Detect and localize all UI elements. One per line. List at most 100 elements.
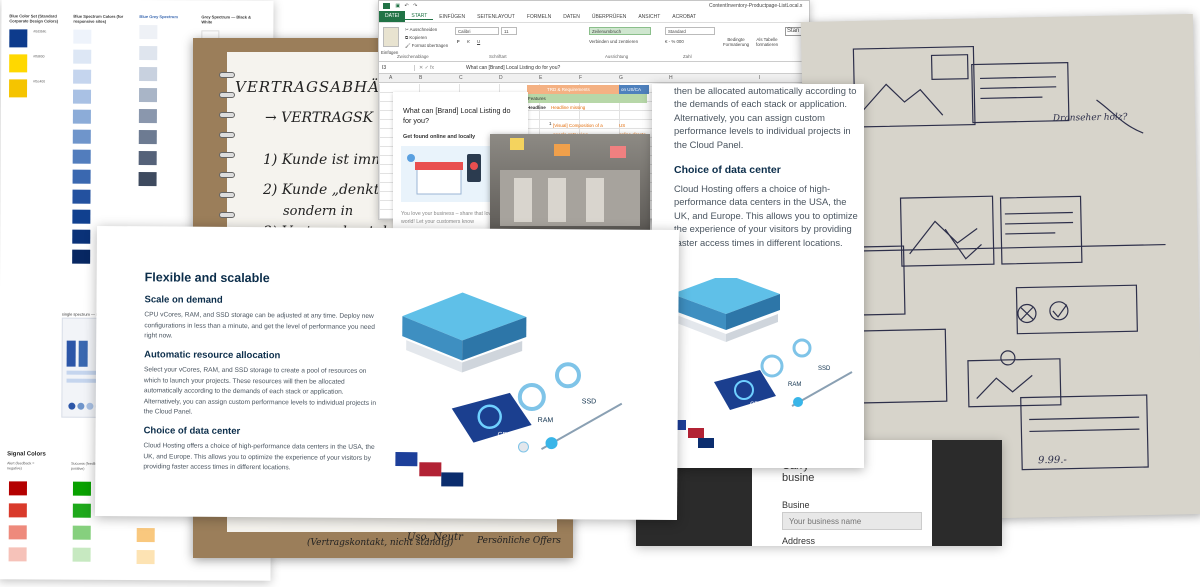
format-as-table-button[interactable]: Als Tabelle formatieren	[753, 37, 781, 47]
underline-button[interactable]: U	[477, 39, 480, 44]
signal-color-swatch	[72, 525, 91, 540]
column-header[interactable]: A	[389, 75, 392, 81]
data-center-paragraph: Cloud Hosting offers a choice of high-pe…	[674, 183, 858, 248]
section-body: Cloud Hosting offers a choice of high-pe…	[143, 442, 375, 472]
format-painter-button[interactable]: 🖌 Format übertragen	[405, 42, 448, 50]
blue-grey-spectrum-column: Blue Grey Spectrum	[138, 14, 200, 193]
column-header[interactable]: H	[669, 75, 673, 81]
conditional-format-button[interactable]: Bedingte Formatierung	[723, 37, 749, 47]
alert-label: Alert (feedback = negative)	[7, 461, 35, 470]
color-swatch	[72, 109, 91, 124]
ribbon-group-label: Zwischenablage	[397, 54, 429, 59]
ribbon-tab[interactable]: ÜBERPRÜFEN	[586, 14, 632, 20]
cell[interactable]: Features	[527, 94, 647, 103]
undo-icon[interactable]: ↶	[405, 3, 409, 9]
page-title: Flexible and scalable	[144, 270, 270, 286]
cell[interactable]: Headline	[527, 103, 546, 112]
blue-color-set-title: Blue Color Set (Standard Corporate Desig…	[9, 13, 59, 24]
save-icon[interactable]: ▣	[395, 3, 400, 9]
slider-handle[interactable]	[793, 397, 803, 407]
column-header[interactable]: G	[619, 75, 623, 81]
italic-button[interactable]: K	[467, 39, 470, 44]
color-swatch	[72, 129, 91, 144]
business-name-input[interactable]	[782, 512, 922, 530]
ribbon-tabs: DATEI START EINFÜGEN SEITENLAYOUT FORMELN DAT…	[379, 11, 809, 22]
wrap-text-button[interactable]: Zeilenumbruch	[589, 27, 651, 35]
signal-color-swatch	[8, 481, 27, 496]
spectrum-preview-title: single spectrum — 8	[61, 311, 99, 317]
color-swatch	[139, 25, 158, 40]
cell[interactable]: TRD & Requirements	[527, 85, 619, 94]
ribbon-tab[interactable]: EINFÜGEN	[433, 14, 471, 20]
copy-button[interactable]: ⧉ Kopieren	[405, 34, 448, 42]
color-swatch	[72, 89, 92, 104]
cell[interactable]: US	[619, 121, 625, 130]
color-swatch	[72, 249, 91, 264]
color-swatch	[138, 88, 158, 103]
handwriting-line: sondern in	[283, 204, 354, 219]
section-heading: Choice of data center	[143, 425, 241, 437]
excel-titlebar: ▣ ↶ ↷ ContentInventory-Productpage-ListL…	[379, 1, 809, 11]
color-swatch	[72, 229, 91, 244]
store-illustration	[401, 146, 491, 202]
color-swatch: #f5c400	[9, 79, 45, 98]
signal-color-swatch	[8, 525, 27, 540]
signal-color-swatch	[136, 550, 155, 565]
section-body: Select your vCores, RAM, and SSD storage…	[143, 366, 377, 416]
color-swatch	[73, 49, 92, 64]
formula-bar: I3 ✕ ✓ fx What can [Brand] Local Listing…	[379, 62, 809, 74]
ribbon-tab[interactable]: SEITENLAYOUT	[471, 14, 521, 20]
redo-icon[interactable]: ↷	[413, 3, 417, 9]
name-box[interactable]: I3	[379, 64, 415, 71]
formula-input[interactable]: What can [Brand] Local Listing do for yo…	[438, 65, 560, 71]
color-swatch: #0d3b8c	[9, 29, 46, 48]
color-swatch	[138, 109, 157, 124]
cell[interactable]: 1	[549, 121, 552, 126]
ram-label: RAM	[788, 382, 801, 388]
bold-button[interactable]: F	[457, 39, 460, 44]
cloud-hosting-text-panel: then be allocated automatically accordin…	[652, 84, 864, 468]
signal-color-swatch	[8, 547, 27, 562]
color-swatch	[72, 149, 91, 164]
ribbon-tab[interactable]: ANSICHT	[632, 14, 666, 20]
font-name-select[interactable]: Calibri	[455, 27, 499, 35]
ribbon-tab[interactable]: ACROBAT	[666, 14, 702, 20]
color-swatch: #ffd800	[9, 54, 44, 73]
fx-icon[interactable]: ✕ ✓ fx	[415, 65, 438, 71]
color-swatch	[138, 172, 157, 187]
ribbon-tab[interactable]: DATEN	[557, 14, 586, 20]
column-header[interactable]: F	[579, 75, 582, 81]
column-header[interactable]: D	[499, 75, 503, 81]
font-size-select[interactable]: 11	[501, 27, 517, 35]
business-name-label: Busine	[782, 500, 810, 510]
cell[interactable]: Headline missing	[551, 103, 585, 112]
column-header[interactable]: B	[419, 75, 422, 81]
ribbon-tab[interactable]: DATEI	[379, 11, 406, 22]
ssd-label: SSD	[582, 398, 596, 405]
ribbon-tab[interactable]: START	[405, 13, 434, 20]
slider-handle[interactable]	[545, 437, 558, 450]
ribbon-tab[interactable]: FORMELN	[521, 14, 557, 20]
number-format-select[interactable]: Standard	[665, 27, 715, 35]
cell[interactable]: on US/CA	[619, 85, 649, 94]
ribbon-group-label: Schriftart	[489, 54, 507, 59]
merge-center-button[interactable]: Verbinden und zentrieren	[589, 39, 638, 44]
grey-spectrum-title: Grey Spectrum — Black & White	[201, 14, 252, 25]
column-header[interactable]: I	[759, 75, 760, 81]
blue-spectrum-title: Blue Spectrum Colors (for responsive sit…	[73, 13, 124, 24]
signal-color-swatch	[72, 503, 91, 518]
ssd-label: SSD	[818, 366, 831, 372]
us-flag-icon	[688, 428, 704, 438]
cloud-server-illustration: RAM SSD CPU	[395, 292, 623, 487]
color-swatch	[72, 189, 91, 204]
column-header[interactable]: E	[539, 75, 542, 81]
ribbon: Einfügen ✂ Ausschneiden ⧉ Kopieren 🖌 For…	[379, 22, 809, 62]
column-headers: A B C D E F G H I	[379, 74, 809, 83]
paste-icon[interactable]	[383, 27, 399, 47]
cut-button[interactable]: ✂ Ausschneiden	[405, 26, 448, 34]
column-header[interactable]: C	[459, 75, 463, 81]
currency-button[interactable]: € - % 000	[665, 39, 684, 44]
listing-title: What can [Brand] Local Listing do for yo…	[403, 106, 511, 125]
blue-color-set-column: Blue Color Set (Standard Corporate Desig…	[9, 13, 69, 104]
cpu-label: CPU	[750, 402, 763, 408]
